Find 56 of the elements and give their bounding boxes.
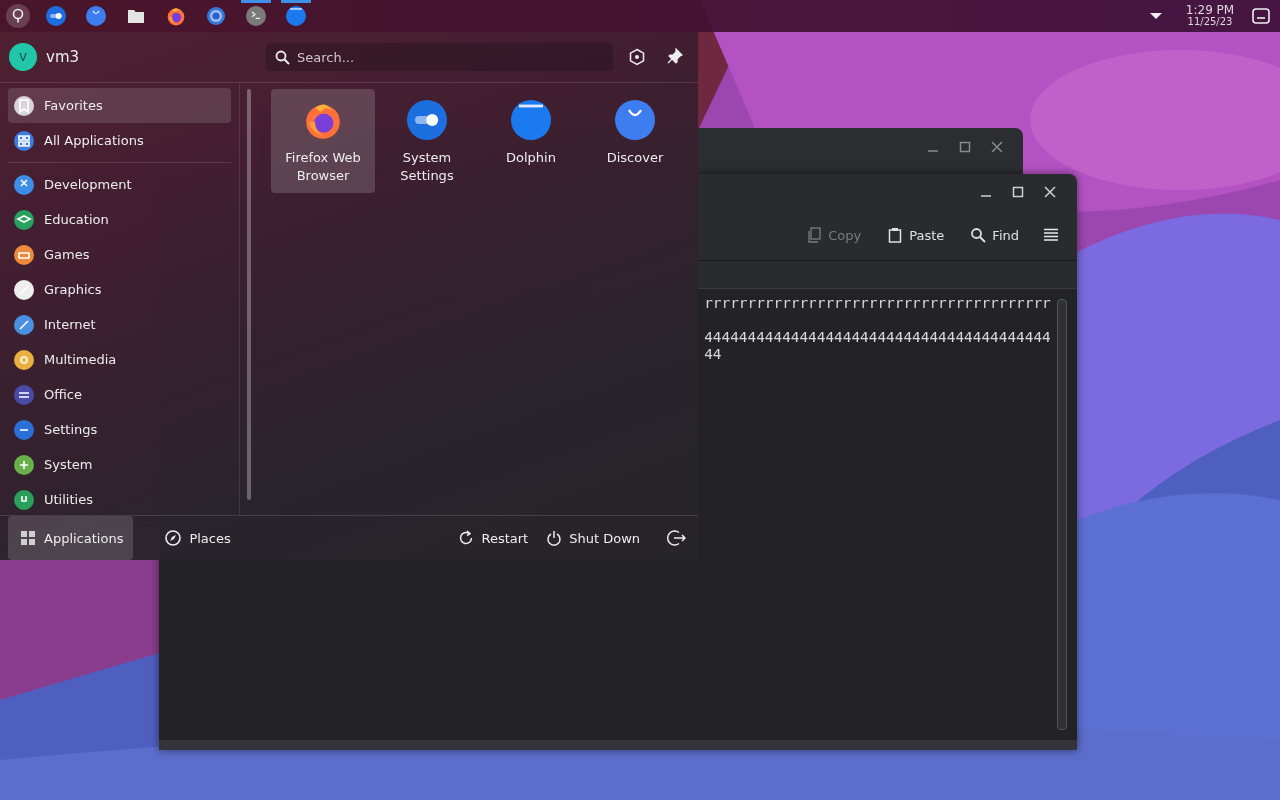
toggle-icon	[407, 100, 447, 140]
category-item[interactable]: Office	[8, 377, 231, 412]
user-avatar[interactable]: V	[9, 43, 37, 71]
caret-icon[interactable]	[1150, 12, 1162, 20]
settings-icon[interactable]	[629, 48, 645, 66]
restart-icon	[458, 530, 475, 546]
bag-icon	[615, 100, 655, 140]
show-desktop-icon[interactable]	[1252, 8, 1270, 24]
compass-icon	[165, 530, 182, 546]
category-item[interactable]: Internet	[8, 307, 231, 342]
app-tile[interactable]: Discover	[583, 89, 687, 193]
terminal-line: rrrrrrrrrrrrrrrrrrrrrrrrrrrrrrrrrrrrrrrr	[703, 295, 1051, 312]
toolbar-button[interactable]: Find	[968, 223, 1021, 247]
power-icon	[546, 530, 563, 546]
category-item[interactable]: Games	[8, 237, 231, 272]
menu-icon[interactable]	[1043, 227, 1059, 243]
category-item[interactable]: Education	[8, 202, 231, 237]
restart-button[interactable]: Restart	[452, 526, 535, 550]
category-item[interactable]: System	[8, 447, 231, 482]
close-icon[interactable]	[1042, 184, 1058, 200]
app-tile[interactable]: Firefox Web Browser	[271, 89, 375, 193]
close-icon[interactable]	[989, 139, 1005, 155]
terminal-line: 4444444444444444444444444444444444444444	[703, 329, 1051, 346]
ring-icon[interactable]	[206, 6, 226, 26]
category-item[interactable]: Graphics	[8, 272, 231, 307]
copy-icon	[806, 227, 823, 243]
category-item[interactable]: Favorites	[8, 88, 231, 123]
logout-icon[interactable]	[666, 529, 686, 547]
user-name: vm3	[46, 48, 80, 66]
scrollbar[interactable]	[247, 89, 251, 500]
category-item[interactable]: Settings	[8, 412, 231, 447]
scrollbar[interactable]	[1057, 299, 1067, 730]
maximize-icon[interactable]	[1010, 184, 1026, 200]
pin-icon[interactable]	[667, 48, 683, 64]
clock-date[interactable]: 11/25/23	[1187, 16, 1233, 27]
disc-icon	[511, 100, 551, 140]
terminal-line: 44	[703, 346, 722, 363]
disc-icon[interactable]	[286, 6, 306, 26]
tab[interactable]: Places	[153, 516, 241, 560]
globe-icon[interactable]	[166, 6, 186, 26]
category-item[interactable]: Multimedia	[8, 342, 231, 377]
clipboard-icon	[887, 227, 904, 243]
terminal-icon[interactable]	[246, 6, 266, 26]
category-item[interactable]: Development	[8, 167, 231, 202]
maximize-icon[interactable]	[957, 139, 973, 155]
tab[interactable]: Applications	[8, 516, 134, 560]
clock-time[interactable]: 1:29 PM	[1185, 5, 1235, 16]
bag-icon[interactable]	[86, 6, 106, 26]
category-item[interactable]: All Applications	[8, 123, 231, 158]
app-tile[interactable]: Dolphin	[479, 89, 583, 193]
toggle-icon[interactable]	[46, 6, 66, 26]
app-tile[interactable]: System Settings	[375, 89, 479, 193]
category-item[interactable]: Utilities	[8, 482, 231, 515]
shutdown-button[interactable]: Shut Down	[540, 526, 646, 550]
toolbar-button[interactable]: Paste	[885, 223, 947, 247]
grid-icon	[20, 530, 36, 546]
